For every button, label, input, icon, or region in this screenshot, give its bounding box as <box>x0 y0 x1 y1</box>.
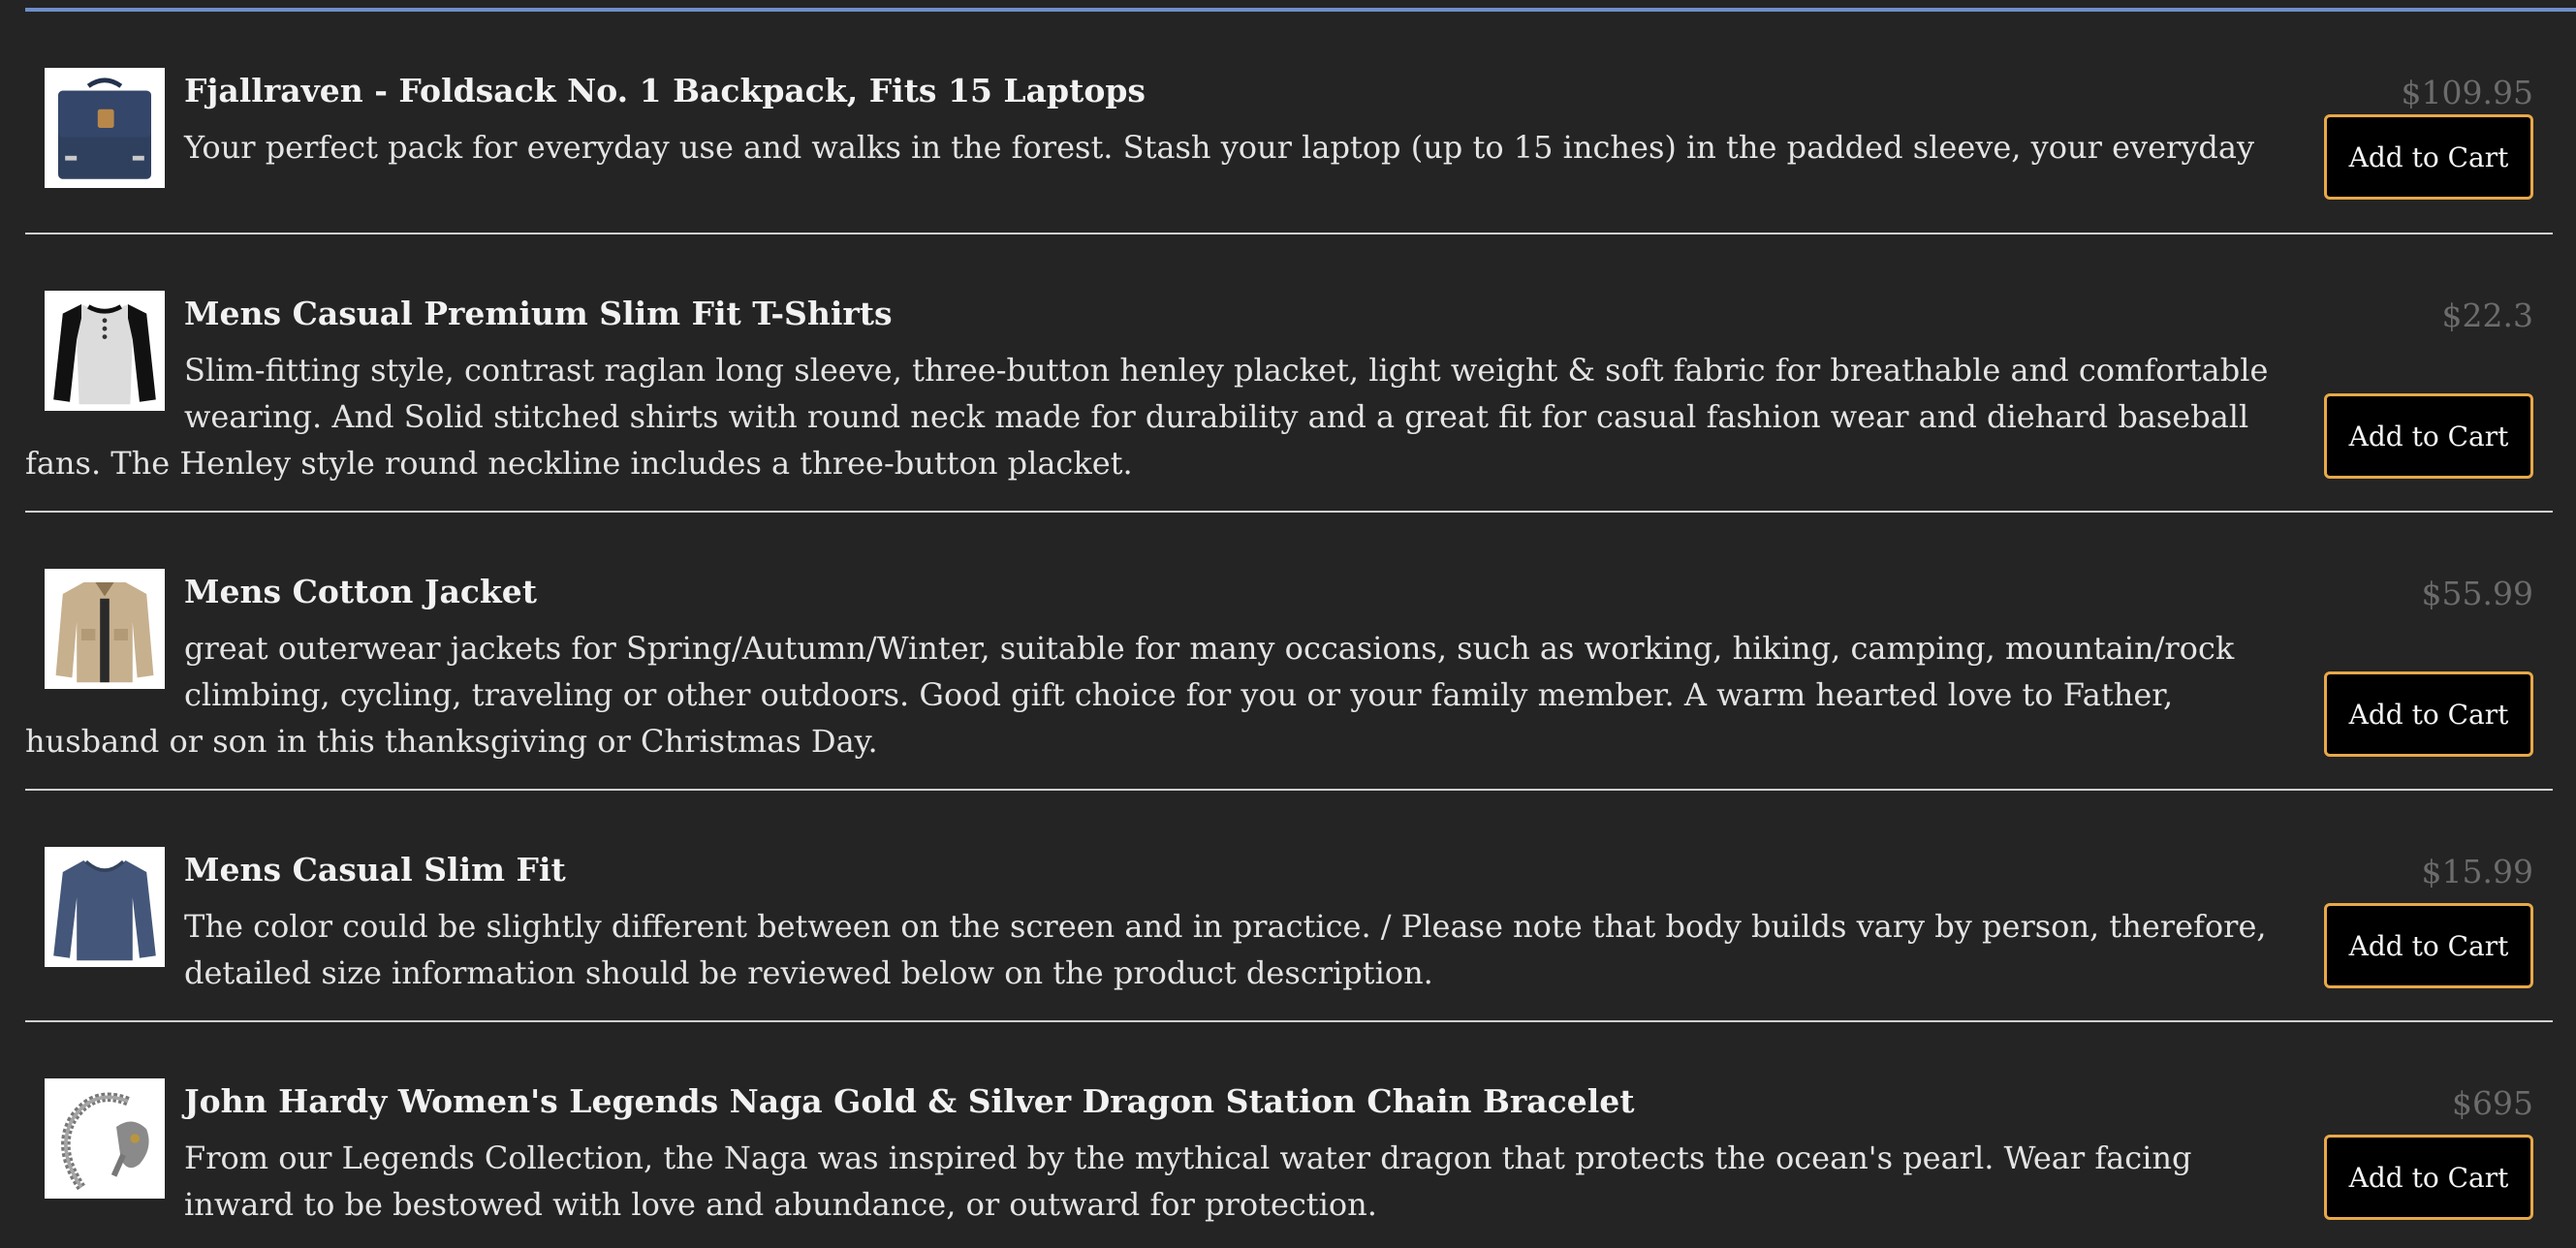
product-list-page: Fjallraven - Foldsack No. 1 Backpack, Fi… <box>0 0 2576 1248</box>
jacket-image[interactable] <box>45 569 165 689</box>
product-title[interactable]: Mens Casual Slim Fit <box>25 847 2301 893</box>
product-title[interactable]: John Hardy Women's Legends Naga Gold & S… <box>25 1078 2301 1125</box>
product-price: $55.99 <box>2421 575 2533 612</box>
add-to-cart-button[interactable]: Add to Cart <box>2324 1135 2533 1220</box>
add-to-cart-button[interactable]: Add to Cart <box>2324 903 2533 988</box>
backpack-image[interactable] <box>45 68 165 188</box>
bracelet-image[interactable] <box>45 1078 165 1199</box>
add-to-cart-button[interactable]: Add to Cart <box>2324 671 2533 757</box>
product-price: $15.99 <box>2421 853 2533 890</box>
product-title[interactable]: Mens Cotton Jacket <box>25 569 2301 615</box>
product-item: Mens Cotton Jacket great outerwear jacke… <box>25 513 2553 791</box>
add-to-cart-button[interactable]: Add to Cart <box>2324 393 2533 479</box>
product-price: $22.3 <box>2441 296 2533 334</box>
product-list: Fjallraven - Foldsack No. 1 Backpack, Fi… <box>25 12 2553 1248</box>
product-title[interactable]: Fjallraven - Foldsack No. 1 Backpack, Fi… <box>25 68 2301 114</box>
product-price: $109.95 <box>2401 74 2533 111</box>
product-description: Slim-fitting style, contrast raglan long… <box>25 352 2269 482</box>
raglan-shirt-image[interactable] <box>45 291 165 411</box>
product-description: The color could be slightly different be… <box>184 908 2267 991</box>
product-description: Your perfect pack for everyday use and w… <box>184 129 2255 166</box>
add-to-cart-button[interactable]: Add to Cart <box>2324 114 2533 200</box>
long-sleeve-shirt-image[interactable] <box>45 847 165 967</box>
product-item: John Hardy Women's Legends Naga Gold & S… <box>25 1022 2553 1248</box>
product-item: Fjallraven - Foldsack No. 1 Backpack, Fi… <box>25 12 2553 234</box>
product-price: $695 <box>2452 1084 2533 1122</box>
product-item: Mens Casual Slim Fit The color could be … <box>25 791 2553 1022</box>
product-description: great outerwear jackets for Spring/Autum… <box>25 630 2235 760</box>
product-item: Mens Casual Premium Slim Fit T-Shirts Sl… <box>25 234 2553 513</box>
product-title[interactable]: Mens Casual Premium Slim Fit T-Shirts <box>25 291 2301 337</box>
product-description: From our Legends Collection, the Naga wa… <box>184 1139 2192 1223</box>
